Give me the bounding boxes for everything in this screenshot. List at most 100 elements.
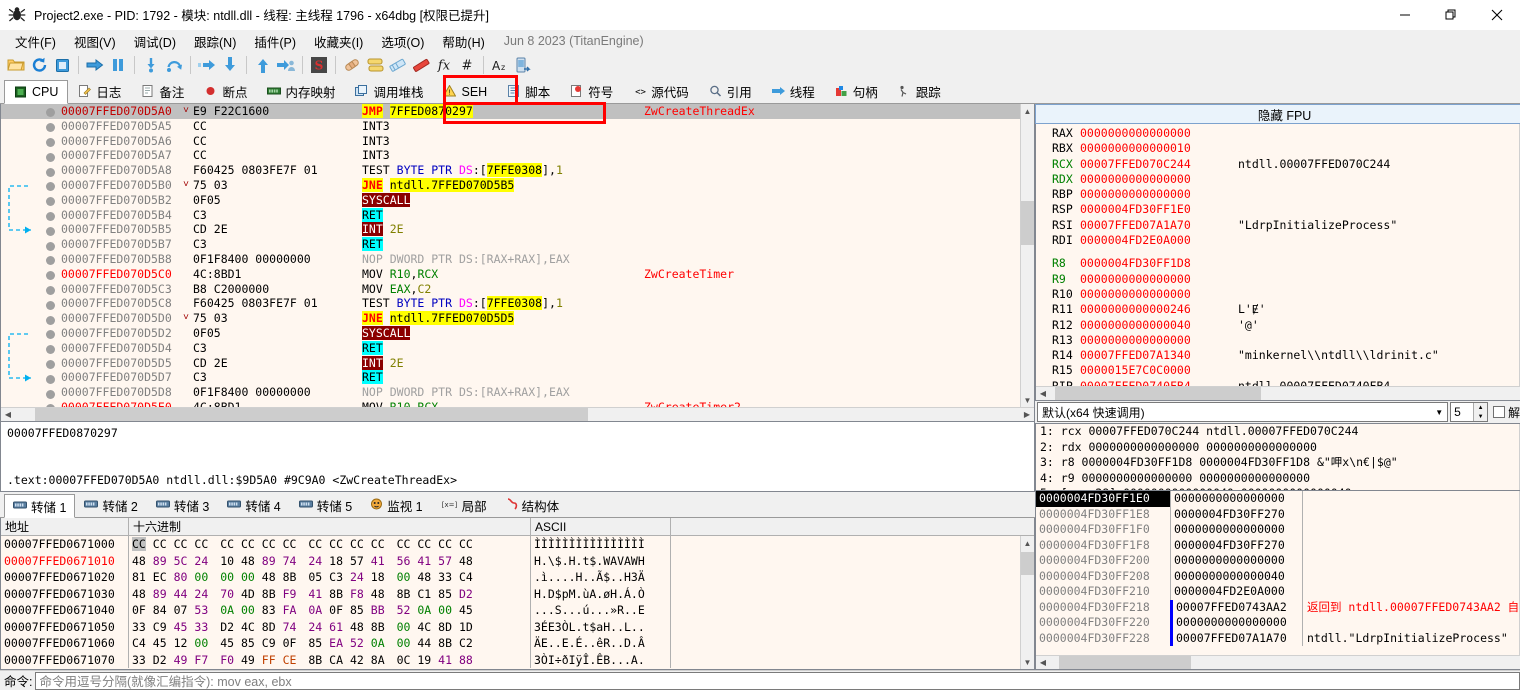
hex-byte[interactable]: 41 xyxy=(417,554,431,568)
hex-byte[interactable]: 8B xyxy=(262,587,276,601)
calling-convention-select[interactable]: 默认(x64 快速调用) ▼ xyxy=(1037,402,1449,422)
hex-byte[interactable]: 19 xyxy=(417,653,431,667)
dump-body[interactable]: 00007FFED0671000 CC CC CC CC CC CC CC CC … xyxy=(1,536,1034,669)
stack-value-cell[interactable]: 00007FFED0743AA2 xyxy=(1170,599,1302,615)
register-value[interactable]: 0000004FD2E0A000 xyxy=(1080,233,1238,248)
breakpoint-cell[interactable] xyxy=(41,135,59,147)
unlock-checkbox[interactable] xyxy=(1493,406,1506,418)
dump-header-hex[interactable]: 十六进制 xyxy=(129,517,531,536)
register-value[interactable]: 0000015E7C0C0000 xyxy=(1080,363,1238,378)
hex-byte[interactable]: 74 xyxy=(283,620,297,634)
stack-value-cell[interactable]: 0000000000000000 xyxy=(1170,522,1302,538)
hex-byte[interactable]: 49 xyxy=(174,653,188,667)
disassembly-row[interactable]: 00007FFED070D5A7 CC INT3 xyxy=(1,148,1020,163)
hex-byte[interactable]: 41 xyxy=(308,587,322,601)
dump-row[interactable]: 00007FFED0671010 48 89 5C 24 10 48 89 74 … xyxy=(1,552,1020,569)
hex-byte[interactable]: 41 xyxy=(371,554,385,568)
dump-tab-3[interactable]: 转储 3 xyxy=(147,493,218,517)
register-value[interactable]: 00007FFED070C244 xyxy=(1080,157,1238,172)
register-value[interactable]: 0000000000000040 xyxy=(1080,318,1238,333)
hex-byte[interactable]: 44 xyxy=(174,587,188,601)
stack-row[interactable]: 0000004FD30FF1E8 0000004FD30FF270 xyxy=(1036,506,1519,522)
breakpoint-dot-icon[interactable] xyxy=(45,137,55,147)
hex-byte[interactable]: 12 xyxy=(174,636,188,650)
registers-horizontal-scrollbar[interactable]: ◀ ▶ xyxy=(1036,386,1520,400)
notes-icon[interactable] xyxy=(387,54,409,76)
hex-byte[interactable]: 8B xyxy=(371,620,385,634)
scroll-down-arrow[interactable]: ▼ xyxy=(1021,393,1034,407)
tab-notes[interactable]: 备注 xyxy=(131,79,194,103)
dump-row[interactable]: 00007FFED0671040 0F 84 07 53 0A 00 83 FA … xyxy=(1,602,1020,619)
stack-row[interactable]: 0000004FD30FF218 00007FFED0743AA2 返回到 ntdl… xyxy=(1036,599,1519,615)
dump-hex-cell[interactable]: 0F 84 07 53 0A 00 83 FA 0A 0F 85 BB 52 0… xyxy=(129,602,531,619)
register-value[interactable]: 0000000000000000 xyxy=(1080,172,1238,187)
hex-byte[interactable]: 24 xyxy=(194,587,208,601)
register-value[interactable]: 0000004FD30FF1D8 xyxy=(1080,256,1238,271)
tab-handles[interactable]: 句柄 xyxy=(825,79,888,103)
breakpoint-cell[interactable] xyxy=(41,253,59,266)
dump-tab-6[interactable]: 监视 1 xyxy=(361,493,431,517)
disassembly-row[interactable]: 00007FFED070D5A0 ˅ E9 F22C1600 JMP 7FFED087… xyxy=(1,104,1020,119)
hex-byte[interactable]: 81 xyxy=(132,570,146,584)
scroll-track[interactable] xyxy=(1050,656,1519,669)
hex-byte[interactable]: 0F xyxy=(283,636,297,650)
function-icon[interactable]: fx xyxy=(433,54,455,76)
tab-source[interactable]: <> 源代码 xyxy=(623,79,699,103)
dump-hex-cell[interactable]: 48 89 44 24 70 4D 8B F9 41 8B F8 48 8B C… xyxy=(129,585,531,602)
hex-byte[interactable]: 45 xyxy=(153,636,167,650)
register-row[interactable]: R13 0000000000000000 xyxy=(1036,333,1519,348)
breakpoint-dot-icon[interactable] xyxy=(45,211,55,221)
hex-byte[interactable]: CC xyxy=(262,537,276,551)
stack-horizontal-scrollbar[interactable]: ◀ ▶ xyxy=(1036,655,1520,669)
breakpoint-cell[interactable] xyxy=(41,298,59,310)
hex-byte[interactable]: 8D xyxy=(262,620,276,634)
hex-byte[interactable]: 83 xyxy=(262,603,276,617)
hex-byte[interactable]: 74 xyxy=(283,554,297,568)
hex-byte[interactable]: CC xyxy=(220,537,234,551)
hex-byte[interactable]: 8B xyxy=(397,587,411,601)
breakpoint-dot-icon[interactable] xyxy=(45,256,55,266)
argument-row[interactable]: 4: r9 0000000000000000 0000000000000000 xyxy=(1036,471,1519,487)
hex-byte[interactable]: CC xyxy=(350,537,364,551)
stack-value-cell[interactable]: 0000004FD30FF270 xyxy=(1170,506,1302,522)
stack-row[interactable]: 0000004FD30FF1E0 0000000000000000 xyxy=(1036,491,1519,507)
breakpoint-cell[interactable] xyxy=(41,342,59,355)
breakpoint-cell[interactable] xyxy=(41,194,59,207)
pause-icon[interactable] xyxy=(107,54,129,76)
hex-byte[interactable]: CC xyxy=(329,537,343,551)
register-row[interactable]: R10 0000000000000000 xyxy=(1036,287,1519,302)
menu-trace[interactable]: 跟踪(N) xyxy=(185,30,245,53)
hex-byte[interactable]: 42 xyxy=(350,653,364,667)
registers-body[interactable]: RAX 0000000000000000 RBX 0000000000000010 RC… xyxy=(1036,124,1520,386)
hex-byte[interactable]: 52 xyxy=(350,636,364,650)
breakpoint-cell[interactable] xyxy=(41,239,59,251)
hex-byte[interactable]: 48 xyxy=(459,554,473,568)
hex-byte[interactable]: 00 xyxy=(220,570,234,584)
argument-rows[interactable]: 1: rcx 00007FFED070C244 ntdll.00007FFED0… xyxy=(1036,424,1519,490)
execute-till-return-icon[interactable] xyxy=(252,54,274,76)
menu-view[interactable]: 视图(V) xyxy=(65,30,125,53)
breakpoint-cell[interactable] xyxy=(41,209,59,221)
stack-value-cell[interactable]: 0000000000000000 xyxy=(1170,491,1302,507)
stack-value-cell[interactable]: 0000004FD30FF270 xyxy=(1170,537,1302,553)
menu-favourites[interactable]: 收藏夹(I) xyxy=(305,30,372,53)
hex-byte[interactable]: 80 xyxy=(174,570,188,584)
scroll-track[interactable] xyxy=(1021,550,1034,655)
hex-byte[interactable]: 70 xyxy=(220,587,234,601)
maximize-button[interactable] xyxy=(1428,0,1474,30)
hex-byte[interactable]: 48 xyxy=(262,570,276,584)
register-row[interactable]: RSI 00007FFED07A1A70 "LdrpInitializeProces… xyxy=(1036,218,1519,233)
tab-log[interactable]: 日志 xyxy=(68,79,131,103)
hex-byte[interactable]: 24 xyxy=(308,620,322,634)
hex-byte[interactable]: 85 xyxy=(308,636,322,650)
dump-hex-cell[interactable]: CC CC CC CC CC CC CC CC CC CC CC CC CC C… xyxy=(129,536,531,553)
hex-byte[interactable]: CC xyxy=(241,537,255,551)
register-value[interactable]: 0000000000000000 xyxy=(1080,333,1238,348)
hex-byte[interactable]: CC xyxy=(397,537,411,551)
register-row[interactable]: R9 0000000000000000 xyxy=(1036,272,1519,287)
stack-row[interactable]: 0000004FD30FF1F8 0000004FD30FF270 xyxy=(1036,537,1519,553)
scroll-thumb[interactable] xyxy=(1021,200,1034,245)
scroll-left-arrow[interactable]: ◀ xyxy=(1,408,15,421)
hex-byte[interactable]: 85 xyxy=(350,603,364,617)
hex-byte[interactable]: 89 xyxy=(153,587,167,601)
